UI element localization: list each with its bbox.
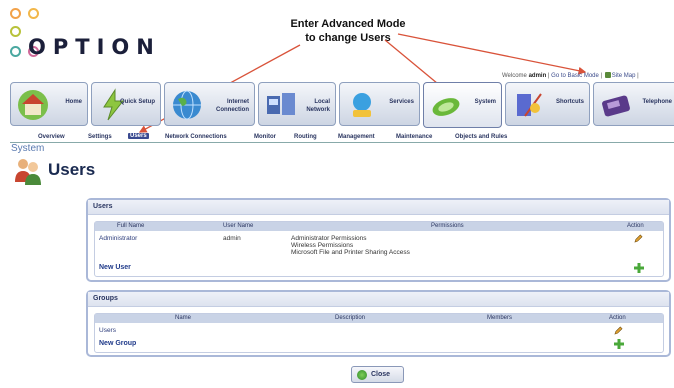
users-panel-title: Users	[88, 200, 669, 215]
main-nav: Home Quick Setup Internet Connection Loc…	[0, 82, 674, 128]
logo-dot-green-icon	[10, 26, 21, 37]
home-icon	[18, 90, 48, 120]
subnav-management[interactable]: Management	[338, 134, 375, 140]
nav-tile-label: System	[474, 99, 496, 105]
annotation-line-2: to change Users	[305, 32, 391, 44]
nav-tile-shortcuts[interactable]: Shortcuts	[505, 82, 590, 126]
user-permission: Wireless Permissions	[291, 242, 354, 249]
sub-nav: Overview Settings Users Network Connecti…	[10, 132, 674, 143]
globe-icon	[173, 90, 201, 120]
nav-tile-label: Home	[65, 99, 82, 105]
users-table: Full Name User Name Permissions Action A…	[94, 221, 664, 277]
col-action: Action	[627, 223, 644, 229]
user-permission: Microsoft File and Printer Sharing Acces…	[291, 249, 410, 256]
close-circle-icon	[357, 370, 367, 380]
subnav-settings[interactable]: Settings	[88, 134, 112, 140]
users-table-header: Full Name User Name Permissions Action	[95, 222, 663, 231]
logo-dot-teal-icon	[10, 46, 21, 57]
subnav-monitor[interactable]: Monitor	[254, 134, 276, 140]
nav-tile-label: Local Network	[306, 99, 330, 113]
nav-tile-label: Internet Connection	[216, 99, 249, 113]
nav-tile-label: Quick Setup	[119, 99, 155, 105]
nav-tile-label: Telephone	[642, 99, 672, 105]
logo-dot-yellow-icon	[28, 8, 39, 19]
welcome-bar: Welcome admin | Go to Basic Mode | Site …	[502, 72, 639, 79]
shortcuts-icon	[517, 93, 542, 117]
telephone-icon	[602, 95, 630, 117]
col-permissions: Permissions	[431, 223, 464, 229]
welcome-prefix: Welcome	[502, 73, 527, 79]
col-description: Description	[335, 315, 366, 321]
col-action: Action	[609, 315, 626, 321]
col-user-name: User Name	[223, 223, 254, 229]
nav-tile-telephone[interactable]: Telephone	[593, 82, 674, 126]
nav-tile-local-network[interactable]: Local Network	[258, 82, 336, 126]
annotation-line-1: Enter Advanced Mode	[290, 18, 406, 30]
subnav-objects-and-rules[interactable]: Objects and Rules	[455, 134, 507, 140]
subnav-maintenance[interactable]: Maintenance	[396, 134, 432, 140]
site-map-icon	[604, 72, 611, 78]
close-button-label: Close	[371, 371, 391, 378]
page-title: Users	[48, 160, 96, 179]
basic-mode-link[interactable]: Go to Basic Mode	[551, 73, 599, 79]
system-icon	[432, 98, 460, 116]
edit-pencil-icon[interactable]	[634, 234, 643, 243]
option-logo: OPTION	[8, 6, 158, 76]
subnav-routing[interactable]: Routing	[294, 134, 317, 140]
welcome-user: admin	[528, 73, 547, 79]
subnav-network-connections[interactable]: Network Connections	[165, 134, 227, 140]
logo-text: OPTION	[28, 35, 161, 59]
nav-tile-label: Services	[389, 99, 414, 105]
subnav-users[interactable]: Users	[128, 133, 149, 139]
services-icon	[353, 93, 371, 117]
user-full-name[interactable]: Administrator	[99, 235, 137, 242]
groups-table-header: Name Description Members Action	[95, 314, 663, 323]
nav-tile-internet-connection[interactable]: Internet Connection	[164, 82, 255, 126]
col-members: Members	[487, 315, 513, 321]
network-icon	[267, 93, 295, 115]
new-user-link[interactable]: New User	[99, 264, 131, 271]
close-button[interactable]: Close	[351, 366, 404, 383]
nav-tile-quick-setup[interactable]: Quick Setup	[91, 82, 161, 126]
logo-dot-orange-icon	[10, 8, 21, 19]
breadcrumb[interactable]: System	[11, 143, 44, 154]
site-map-link[interactable]: Site Map	[612, 73, 636, 79]
groups-panel-title: Groups	[88, 292, 669, 307]
col-name: Name	[175, 315, 192, 321]
groups-table: Name Description Members Action Users Ne…	[94, 313, 664, 353]
user-username: admin	[223, 235, 241, 242]
new-group-link[interactable]: New Group	[99, 340, 136, 347]
users-icon	[15, 159, 41, 185]
nav-tile-system[interactable]: System	[423, 82, 502, 128]
users-panel: Users Full Name User Name Permissions Ac…	[86, 198, 671, 282]
user-permission: Administrator Permissions	[291, 235, 367, 242]
add-group-plus-icon[interactable]	[614, 339, 624, 349]
annotation-callout: Enter Advanced Mode to change Users	[268, 17, 428, 45]
nav-tile-home[interactable]: Home	[10, 82, 88, 126]
group-name[interactable]: Users	[99, 327, 116, 334]
subnav-overview[interactable]: Overview	[38, 134, 65, 140]
add-user-plus-icon[interactable]	[634, 263, 644, 273]
nav-tile-label: Shortcuts	[555, 99, 584, 105]
col-full-name: Full Name	[117, 223, 145, 229]
groups-panel: Groups Name Description Members Action U…	[86, 290, 671, 357]
edit-pencil-icon[interactable]	[614, 326, 623, 335]
nav-tile-services[interactable]: Services	[339, 82, 420, 126]
